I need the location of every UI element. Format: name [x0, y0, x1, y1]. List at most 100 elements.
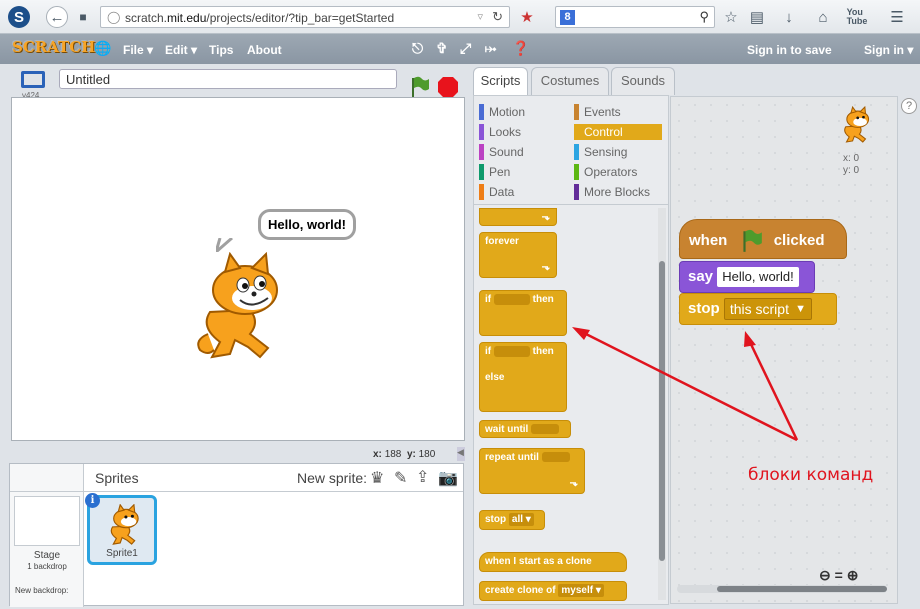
annotation-label: блоки команд	[748, 465, 874, 485]
x-value: 188	[384, 449, 402, 460]
stop-dropdown[interactable]: all ▾	[508, 513, 534, 526]
say-label: say	[688, 268, 714, 285]
help-question-icon[interactable]: ?	[901, 98, 917, 114]
stage-label: Stage	[33, 550, 61, 561]
bubble-tail	[216, 238, 233, 252]
block-forever[interactable]: forever ⬎	[479, 232, 557, 278]
scripts-area[interactable]: x: 0 y: 0 when clicked say Hello, world!…	[670, 96, 898, 604]
category-sensing[interactable]: Sensing	[574, 144, 627, 160]
block-when-flag-clicked[interactable]: when clicked	[679, 219, 847, 259]
block-repeat-bottom[interactable]: ⬎	[479, 208, 557, 226]
category-events[interactable]: Events	[574, 104, 621, 120]
upload-icon[interactable]: ⇪	[416, 467, 429, 487]
search-input[interactable]: 8 ⚲	[555, 6, 715, 28]
browser-toolbar: S ← ■ ◯ scratch.mit.edu/projects/editor/…	[0, 0, 920, 34]
shrink-icon[interactable]: ⤠	[485, 40, 496, 57]
say-text-input[interactable]: Hello, world!	[717, 267, 799, 288]
zoom-reset-icon[interactable]: =	[835, 567, 843, 583]
duplicate-icon[interactable]: ⎋	[412, 40, 423, 57]
green-flag-icon[interactable]	[407, 75, 431, 99]
home-icon[interactable]: ⌂	[812, 6, 834, 28]
stage-collapse-button[interactable]: ◀	[457, 447, 465, 461]
sign-in-to-save-link[interactable]: Sign in to save	[747, 43, 832, 57]
palette-scrollbar[interactable]	[659, 261, 665, 561]
url-prefix: scratch.	[125, 11, 168, 25]
language-globe-icon[interactable]: 🌐	[94, 40, 111, 57]
back-button[interactable]: ←	[46, 6, 68, 28]
category-operators[interactable]: Operators	[574, 164, 637, 180]
category-control[interactable]: Control	[574, 124, 662, 140]
speech-bubble: Hello, world!	[258, 209, 356, 240]
category-pen[interactable]: Pen	[479, 164, 510, 180]
sign-in-menu[interactable]: Sign in ▾	[864, 43, 913, 57]
menu-icon[interactable]: ☰	[886, 6, 908, 28]
stop-label: stop	[688, 300, 720, 317]
stage-thumbnail[interactable]	[14, 496, 80, 546]
reader-icon[interactable]: ▤	[746, 6, 768, 28]
youtube-icon[interactable]: You Tube	[846, 6, 868, 28]
tab-sounds[interactable]: Sounds	[611, 67, 675, 95]
fullscreen-icon[interactable]	[21, 71, 45, 88]
cat-sprite[interactable]	[190, 252, 290, 362]
scratch-menu-bar: SCRATCH 🌐 File ▾ Edit ▾ Tips About ⎋ ✞ ⤢…	[0, 34, 920, 64]
help-icon[interactable]: ❓	[512, 40, 529, 57]
tab-scripts[interactable]: Scripts	[473, 67, 528, 95]
url-bar[interactable]: ◯ scratch.mit.edu/projects/editor/?tip_b…	[100, 6, 510, 28]
menu-edit[interactable]: Edit ▾	[165, 43, 197, 57]
stage-canvas[interactable]: Hello, world!	[11, 97, 465, 441]
block-if-then-else[interactable]: if then else	[479, 342, 567, 412]
grow-icon[interactable]: ⤢	[460, 40, 471, 57]
clicked-label: clicked	[773, 232, 825, 249]
category-motion[interactable]: Motion	[479, 104, 525, 120]
sprites-title: Sprites	[95, 470, 139, 486]
zoom-in-icon[interactable]: ⊕	[847, 567, 859, 583]
history-button[interactable]: ■	[72, 6, 94, 28]
zoom-out-icon[interactable]: ⊖	[819, 567, 831, 583]
search-icon[interactable]: ⚲	[699, 9, 709, 25]
browser-logo-icon: S	[8, 6, 30, 28]
clone-dropdown[interactable]: myself ▾	[558, 584, 604, 597]
delete-icon[interactable]: ✞	[436, 40, 448, 57]
stop-sign-icon[interactable]	[437, 76, 459, 98]
menu-file[interactable]: File ▾	[123, 43, 153, 57]
scripts-hscrollbar[interactable]	[717, 586, 887, 592]
paint-brush-icon[interactable]: ✎	[394, 468, 407, 488]
globe-icon: ◯	[107, 10, 121, 24]
new-sprite-label: New sprite:	[297, 470, 368, 486]
menu-about[interactable]: About	[247, 43, 282, 57]
block-when-clone-start[interactable]: when I start as a clone	[479, 552, 627, 572]
reload-icon[interactable]: ↻	[492, 9, 503, 25]
camera-icon[interactable]: 📷	[438, 468, 458, 488]
block-say[interactable]: say Hello, world!	[679, 261, 815, 293]
sprite-library-icon[interactable]: ♛	[370, 468, 384, 488]
category-data[interactable]: Data	[479, 184, 514, 200]
block-create-clone[interactable]: create clone of myself ▾	[479, 581, 627, 601]
project-title-input[interactable]: Untitled	[59, 69, 397, 89]
scratch-logo[interactable]: SCRATCH	[12, 38, 95, 56]
y-label: y:	[406, 449, 416, 460]
flag-icon	[742, 229, 762, 252]
sprite-x-readout: x: 0	[843, 153, 860, 164]
category-more-blocks[interactable]: More Blocks	[574, 184, 650, 200]
info-icon[interactable]: i	[85, 493, 100, 508]
tab-costumes[interactable]: Costumes	[531, 67, 609, 95]
category-sound[interactable]: Sound	[479, 144, 524, 160]
sprite1-label: Sprite1	[106, 548, 138, 559]
blocks-palette: Motion Looks Sound Pen Data Events Contr…	[473, 95, 669, 605]
menu-tips[interactable]: Tips	[209, 43, 233, 57]
bookmark-star-icon[interactable]: ★	[516, 6, 538, 28]
star-icon[interactable]: ☆	[720, 6, 742, 28]
category-looks[interactable]: Looks	[479, 124, 521, 140]
chevron-down-icon: ▼	[795, 303, 806, 316]
block-wait-until[interactable]: wait until	[479, 420, 571, 438]
block-repeat-until[interactable]: repeat until ⬎	[479, 448, 585, 494]
block-if-then[interactable]: if then	[479, 290, 567, 336]
block-stop[interactable]: stop all ▾	[479, 510, 545, 530]
stop-option-dropdown[interactable]: this script ▼	[723, 298, 812, 321]
search-engine-icon[interactable]: 8	[560, 10, 575, 25]
block-stop-script[interactable]: stop this script ▼	[679, 293, 837, 325]
dropdown-arrow-icon[interactable]: ▿	[477, 10, 483, 23]
download-icon[interactable]: ↓	[778, 6, 800, 28]
url-domain: mit.edu	[167, 11, 207, 25]
sprite-preview-icon	[844, 105, 870, 143]
